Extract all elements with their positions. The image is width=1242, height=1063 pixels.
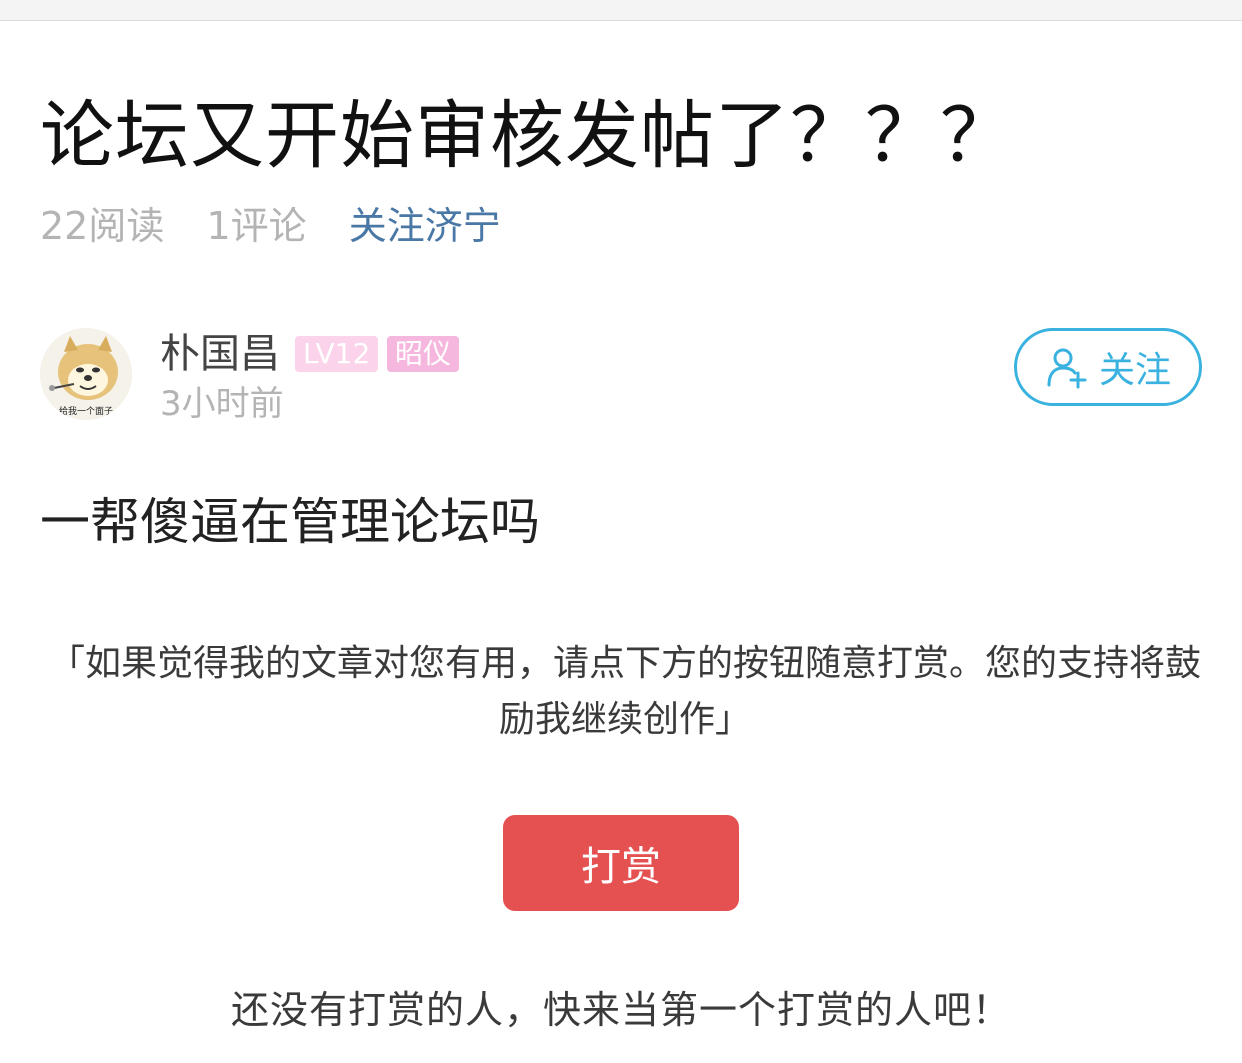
author-row: 给我一个面子 朴国昌 LV12 昭仪 3小时前 关注 (40, 328, 1205, 428)
follow-button-label: 关注 (1098, 350, 1171, 391)
follow-forum-link[interactable]: 关注济宁 (349, 204, 501, 248)
level-badge: LV12 (295, 336, 379, 372)
follow-button[interactable]: 关注 (1014, 328, 1202, 406)
reward-button[interactable]: 打赏 (503, 815, 739, 911)
reward-button-label: 打赏 (581, 844, 661, 890)
avatar[interactable]: 给我一个面子 (40, 328, 132, 420)
title-badge: 昭仪 (387, 336, 460, 372)
author-name[interactable]: 朴国昌 (160, 330, 280, 378)
post-title: 论坛又开始审核发帖了？？？ (40, 93, 1015, 179)
post-time: 3小时前 (160, 384, 284, 424)
top-status-strip (0, 0, 1242, 21)
read-count: 22阅读 (40, 204, 165, 248)
post-body: 一帮傻逼在管理论坛吗 (40, 493, 540, 551)
post-meta: 22阅读 1评论 关注济宁 (40, 200, 531, 252)
avatar-image: 给我一个面子 (40, 328, 132, 420)
add-user-icon (1045, 345, 1089, 389)
avatar-caption: 给我一个面子 (59, 405, 113, 417)
comment-count[interactable]: 1评论 (206, 204, 306, 248)
reward-note: 「如果觉得我的文章对您有用，请点下方的按钮随意打赏。您的支持将鼓励我继续创作」 (48, 643, 1201, 740)
reward-empty-text: 还没有打赏的人，快来当第一个打赏的人吧！ (230, 988, 1011, 1032)
